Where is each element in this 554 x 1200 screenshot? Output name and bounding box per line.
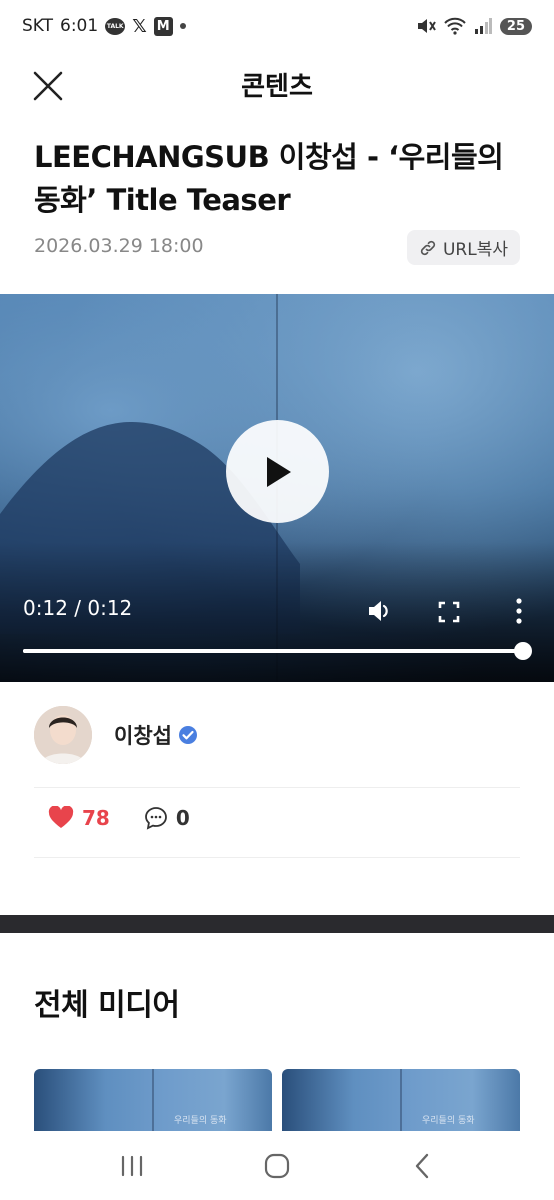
reactions-bar: 78 0: [48, 806, 190, 830]
video-player[interactable]: 0:12 / 0:12: [0, 294, 554, 682]
recent-apps-icon: [122, 1155, 143, 1176]
volume-icon[interactable]: [366, 597, 394, 625]
thumb-caption: 우리들의 동화: [174, 1116, 227, 1126]
media-thumbnail[interactable]: 우리들의 동화: [282, 1069, 520, 1131]
author-name: 이창섭: [114, 724, 172, 748]
kakaotalk-notification-icon: TALK: [105, 17, 126, 35]
verified-badge-icon: [178, 726, 197, 744]
comment-button[interactable]: 0: [144, 806, 190, 830]
heart-icon: [48, 806, 74, 828]
x-notification-icon: 𝕏: [132, 15, 147, 37]
battery-indicator: 25: [499, 17, 532, 35]
thumb-page-fold: [152, 1069, 154, 1131]
video-progress-bar[interactable]: [23, 642, 532, 660]
thumb-page-fold: [400, 1069, 402, 1131]
recent-apps-button[interactable]: [112, 1146, 152, 1186]
url-copy-button[interactable]: URL복사: [406, 230, 520, 265]
top-header: 콘텐츠: [0, 52, 554, 114]
m-notification-icon: M: [153, 16, 173, 36]
avatar-portrait: [34, 706, 92, 764]
signal-icon: [474, 18, 492, 34]
mute-icon: [417, 19, 436, 33]
play-icon: [266, 456, 291, 487]
home-button[interactable]: [257, 1146, 297, 1186]
page-title: 콘텐츠: [241, 72, 313, 102]
status-bar: SKT 6:01 TALK 𝕏 M 25: [0, 0, 554, 52]
home-icon: [264, 1153, 290, 1178]
system-nav-bar: [0, 1131, 554, 1200]
media-section-title: 전체 미디어: [34, 988, 180, 1023]
carrier-label: SKT: [22, 16, 54, 36]
status-left: SKT 6:01 TALK 𝕏 M: [22, 16, 186, 37]
more-notifications-dot-icon: [179, 23, 186, 29]
wifi-icon: [444, 17, 466, 35]
link-icon: [420, 240, 436, 255]
comment-icon: [144, 807, 167, 830]
thumb-caption: 우리들의 동화: [422, 1116, 475, 1126]
divider: [34, 787, 520, 788]
comment-count: 0: [175, 806, 190, 830]
avatar[interactable]: [34, 706, 92, 764]
more-options-icon[interactable]: [508, 597, 530, 625]
media-thumbnail[interactable]: 우리들의 동화: [34, 1069, 272, 1131]
post-date: 2026.03.29 18:00: [34, 235, 204, 257]
back-button[interactable]: [402, 1146, 442, 1186]
video-progress-fill: [23, 649, 523, 653]
author-row[interactable]: 이창섭: [34, 706, 198, 764]
url-copy-label: URL복사: [442, 240, 508, 260]
section-separator: [0, 915, 554, 933]
play-button[interactable]: [226, 420, 329, 523]
fullscreen-icon[interactable]: [438, 601, 460, 623]
video-progress-thumb[interactable]: [514, 642, 532, 660]
like-button[interactable]: 78: [48, 806, 110, 830]
back-icon: [415, 1153, 428, 1178]
like-count: 78: [82, 806, 110, 830]
post-title: LEECHANGSUB 이창섭 - ‘우리들의 동화’ Title Teaser: [34, 140, 504, 217]
status-clock: 6:01: [60, 16, 99, 36]
video-time: 0:12 / 0:12: [23, 596, 133, 620]
author-name-wrap: 이창섭: [114, 720, 198, 750]
divider: [34, 857, 520, 858]
status-right: 25: [416, 17, 532, 35]
